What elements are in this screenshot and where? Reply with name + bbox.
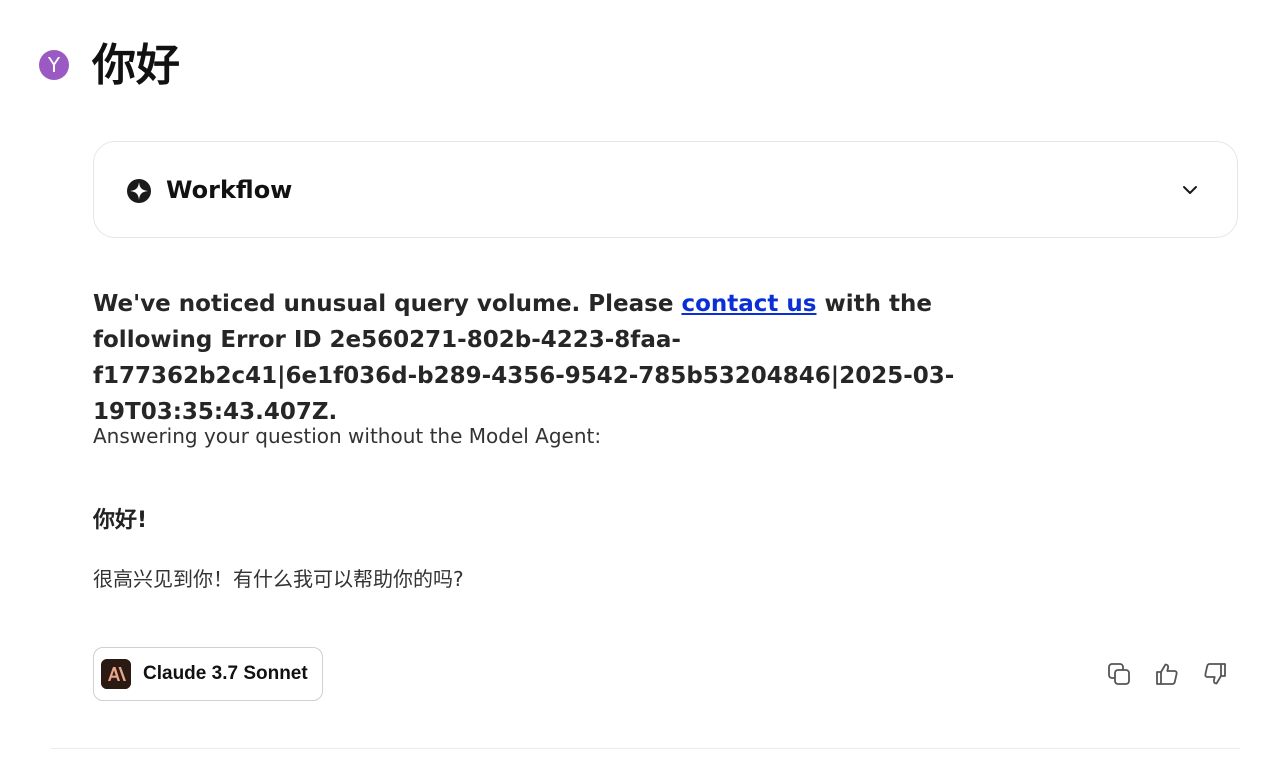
answer-body: 很高兴见到你！有什么我可以帮助你的吗? [93,567,464,591]
error-message: We've noticed unusual query volume. Plea… [93,286,973,430]
divider [51,748,1240,749]
fallback-note: Answering your question without the Mode… [93,424,602,448]
anthropic-logo [101,659,131,689]
error-text-before: We've noticed unusual query volume. Plea… [93,291,682,317]
user-avatar: Y [39,50,69,80]
contact-us-link[interactable]: contact us [681,291,816,317]
model-selector-button[interactable]: Claude 3.7 Sonnet [93,647,323,701]
copy-icon[interactable] [1105,660,1133,688]
thumbs-down-icon[interactable] [1201,660,1229,688]
thumbs-up-icon[interactable] [1153,660,1181,688]
sparkle-icon [127,179,151,203]
page-title: 你好 [92,40,180,91]
model-label: Claude 3.7 Sonnet [143,663,308,684]
workflow-panel[interactable]: Workflow [93,141,1238,238]
chevron-down-icon[interactable] [1181,181,1199,199]
workflow-label: Workflow [166,176,293,204]
answer-heading: 你好! [93,508,148,533]
